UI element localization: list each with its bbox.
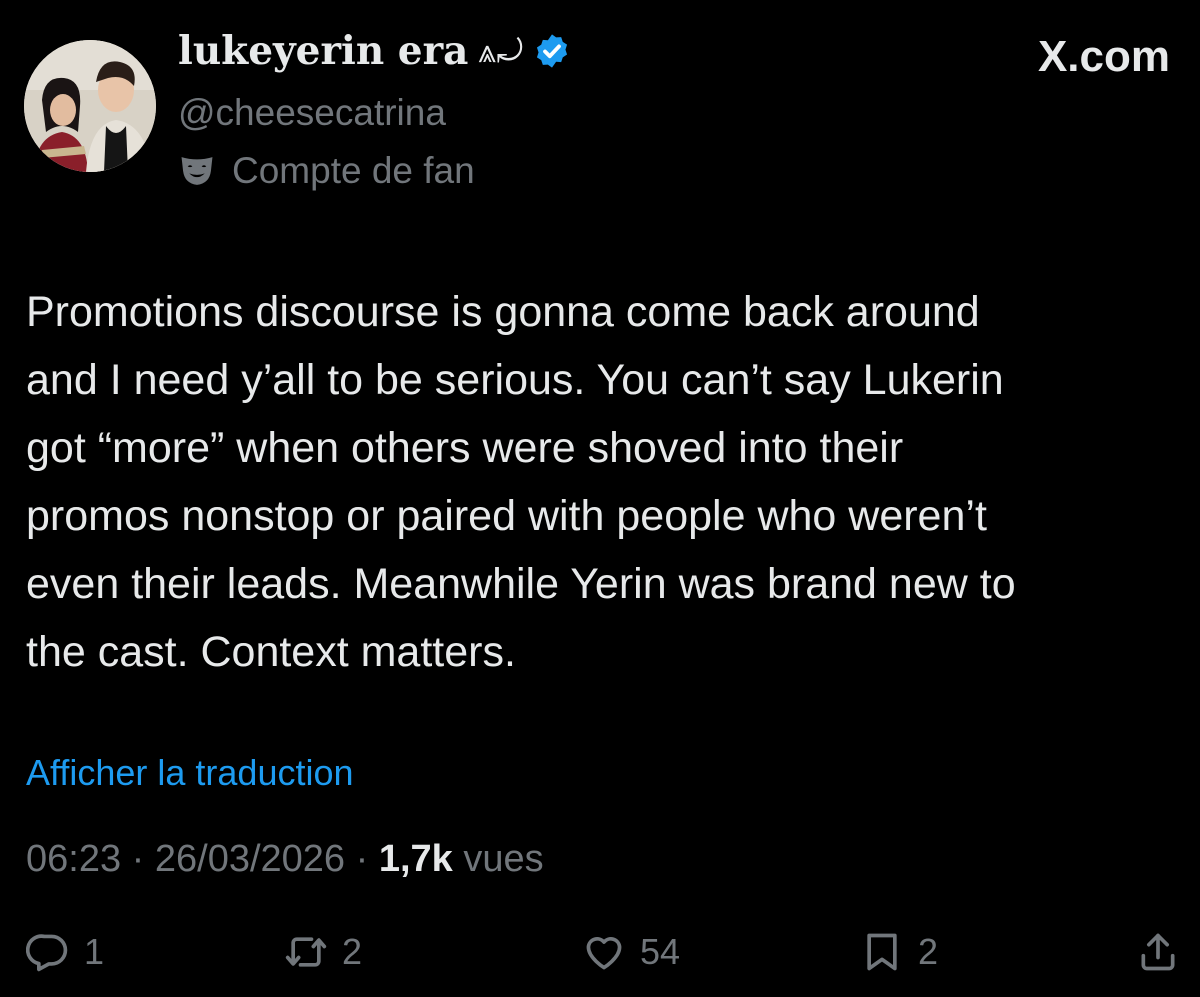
- tweet-text: Promotions discourse is gonna come back …: [26, 288, 1016, 676]
- user-handle[interactable]: @cheesecatrina: [178, 92, 446, 134]
- bookmark-button[interactable]: 2: [860, 930, 938, 974]
- like-button[interactable]: 54: [582, 930, 680, 974]
- share-icon: [1141, 933, 1175, 971]
- account-label-text: Compte de fan: [232, 150, 475, 191]
- reply-count: 1: [84, 931, 105, 972]
- tweet-meta: 06:23 · 26/03/2026 · 1,7k vues: [26, 838, 544, 881]
- avatar[interactable]: [24, 40, 156, 172]
- meta-separator: ·: [121, 838, 155, 880]
- reply-button[interactable]: 1: [26, 930, 104, 974]
- verified-badge-icon: [537, 34, 568, 68]
- display-name-text: lukeyerin era: [178, 28, 469, 74]
- repost-button[interactable]: 2: [284, 930, 362, 974]
- name-emoji: ⩓⤾: [478, 31, 524, 70]
- share-button[interactable]: [1136, 930, 1180, 974]
- translate-link[interactable]: Afficher la traduction: [26, 752, 354, 794]
- bookmark-icon: [867, 933, 897, 971]
- x-brand-logo: X.com: [1037, 32, 1170, 81]
- repost-icon: [285, 937, 327, 967]
- display-name[interactable]: lukeyerin era ⩓⤾: [178, 28, 571, 74]
- action-bar: 1 2 54 2: [26, 930, 1186, 986]
- reply-icon: [26, 934, 68, 972]
- heart-icon: [586, 937, 622, 970]
- repost-count: 2: [342, 931, 363, 972]
- views-count: 1,7k: [378, 838, 453, 880]
- account-label: Compte de fan: [178, 150, 475, 192]
- meta-separator: ·: [345, 838, 379, 880]
- bookmark-count: 2: [918, 931, 939, 972]
- views-label: vues: [452, 838, 544, 880]
- tweet-date[interactable]: 26/03/2026: [155, 838, 345, 880]
- theater-mask-icon: [181, 157, 213, 185]
- avatar-image: [24, 40, 156, 172]
- like-count: 54: [640, 931, 681, 972]
- tweet-time[interactable]: 06:23: [26, 838, 121, 880]
